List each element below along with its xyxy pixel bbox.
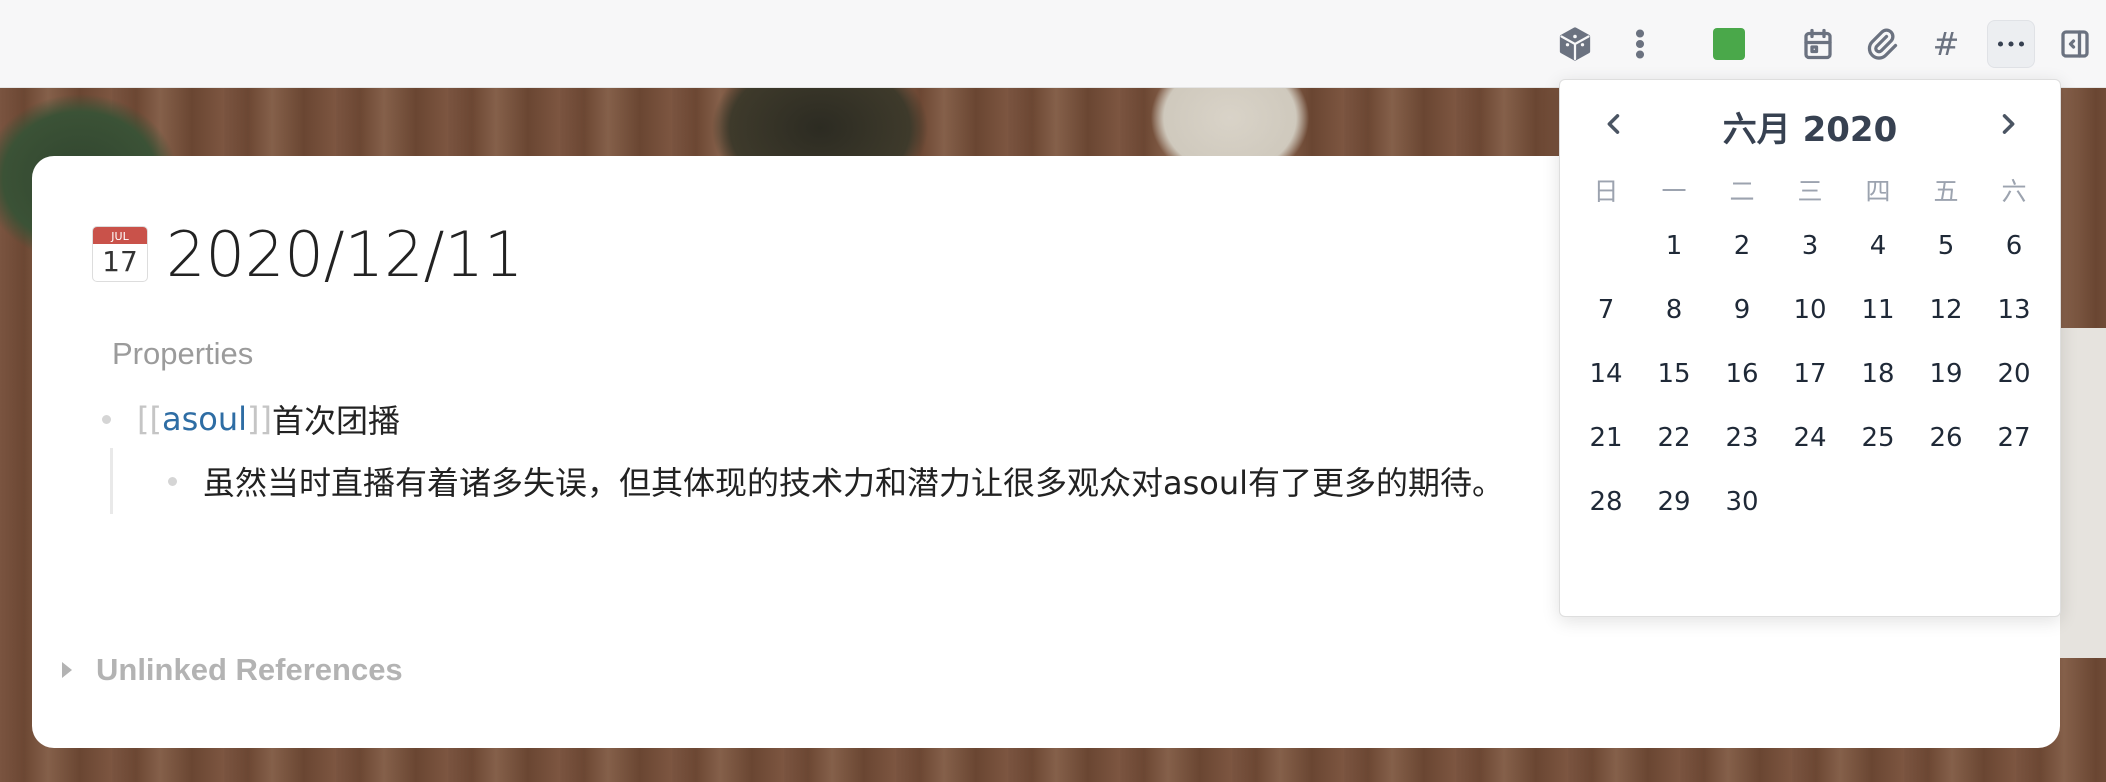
calendar-emoji-day: 17 xyxy=(102,245,138,278)
day-cell[interactable]: 26 xyxy=(1912,406,1980,470)
day-cell[interactable]: 27 xyxy=(1980,406,2048,470)
weekday-label: 六 xyxy=(2001,177,2027,206)
hashtag-label: # xyxy=(1932,25,1960,63)
day-cell[interactable]: 6 xyxy=(1980,214,2048,278)
block-bullet[interactable] xyxy=(102,414,111,424)
sidebar-toggle-icon[interactable] xyxy=(2051,20,2099,68)
day-cell[interactable]: 12 xyxy=(1912,278,1980,342)
day-cell[interactable]: 10 xyxy=(1776,278,1844,342)
day-cell[interactable]: 22 xyxy=(1640,406,1708,470)
day-cell[interactable]: 3 xyxy=(1776,214,1844,278)
day-cell[interactable]: 29 xyxy=(1640,470,1708,534)
weekday-header: 日一二三四五六 xyxy=(1572,172,2048,208)
unlinked-references-label: Unlinked References xyxy=(96,652,403,687)
weekday-label: 五 xyxy=(1933,177,1959,206)
bracket-close: ]] xyxy=(247,400,272,438)
day-cell[interactable]: 5 xyxy=(1912,214,1980,278)
day-cell[interactable]: 4 xyxy=(1844,214,1912,278)
day-grid: 1 2 3 4 5 6 7 8 9 10 11 12 13 14 15 16 17 18 19 20 21 22 23 24 2… xyxy=(1572,214,2048,534)
triangle-right-icon xyxy=(62,662,72,678)
day-cell[interactable]: 8 xyxy=(1640,278,1708,342)
attachment-icon[interactable] xyxy=(1858,20,1906,68)
day-cell[interactable]: 20 xyxy=(1980,342,2048,406)
dice-icon[interactable] xyxy=(1551,20,1599,68)
next-month-button[interactable] xyxy=(1984,98,2032,150)
page-title-text[interactable]: 2020/12/11 xyxy=(166,218,523,291)
day-cell[interactable]: 7 xyxy=(1572,278,1640,342)
page-title: JUL 17 2020/12/11 xyxy=(92,214,523,294)
weekday-label: 三 xyxy=(1797,177,1823,206)
day-cell[interactable]: 11 xyxy=(1844,278,1912,342)
day-cell[interactable]: 28 xyxy=(1572,470,1640,534)
day-cell[interactable]: 14 xyxy=(1572,342,1640,406)
prev-month-button[interactable] xyxy=(1590,98,1638,150)
day-cell[interactable]: 9 xyxy=(1708,278,1776,342)
weekday-label: 二 xyxy=(1729,177,1755,206)
block-bullet[interactable] xyxy=(168,476,177,486)
month-title: 六月 2020 xyxy=(1722,109,1898,150)
day-cell[interactable]: 21 xyxy=(1572,406,1640,470)
child-block-item[interactable]: 虽然当时直播有着诸多失误，但其体现的技术力和潜力让很多观众对asoul有了更多的… xyxy=(168,458,1504,504)
day-cell[interactable]: 19 xyxy=(1912,342,1980,406)
day-cell[interactable]: 30 xyxy=(1708,470,1776,534)
more-vertical-icon[interactable] xyxy=(1616,20,1664,68)
properties-label[interactable]: Properties xyxy=(112,336,253,372)
unlinked-references-toggle[interactable]: Unlinked References xyxy=(42,652,403,688)
empty-day-cell xyxy=(1572,214,1640,278)
block-text: 首次团播 xyxy=(271,402,400,440)
top-toolbar: # xyxy=(0,0,2106,88)
day-cell[interactable]: 23 xyxy=(1708,406,1776,470)
day-cell[interactable]: 24 xyxy=(1776,406,1844,470)
calendar-emoji-icon: JUL 17 xyxy=(92,226,148,282)
day-cell[interactable]: 2 xyxy=(1708,214,1776,278)
chevron-left-icon xyxy=(1607,114,1620,134)
calendar-emoji-month: JUL xyxy=(93,227,147,244)
block-text: 虽然当时直播有着诸多失误，但其体现的技术力和潜力让很多观众对asoul有了更多的… xyxy=(203,464,1505,502)
day-cell[interactable]: 16 xyxy=(1708,342,1776,406)
date-picker: 六月 2020 日一二三四五六 1 2 3 4 5 6 7 8 9 10 11 12 13 14 15 16 1… xyxy=(1559,79,2061,617)
chevron-right-icon xyxy=(2002,114,2015,134)
block-item[interactable]: [[ asoul ]] 首次团播 xyxy=(102,396,400,442)
weekday-label: 日 xyxy=(1593,177,1619,206)
weekday-label: 一 xyxy=(1661,177,1687,206)
hashtag-icon[interactable]: # xyxy=(1922,20,1970,68)
day-cell[interactable]: 1 xyxy=(1640,214,1708,278)
day-cell[interactable]: 13 xyxy=(1980,278,2048,342)
day-cell[interactable]: 17 xyxy=(1776,342,1844,406)
color-swatch[interactable] xyxy=(1705,20,1753,68)
more-horizontal-icon[interactable] xyxy=(1987,20,2035,68)
calendar-icon[interactable] xyxy=(1794,20,1842,68)
page-reference-link[interactable]: asoul xyxy=(162,400,247,438)
bracket-open: [[ xyxy=(137,400,162,438)
day-cell[interactable]: 15 xyxy=(1640,342,1708,406)
day-cell[interactable]: 18 xyxy=(1844,342,1912,406)
day-cell[interactable]: 25 xyxy=(1844,406,1912,470)
indent-guide xyxy=(110,448,113,514)
weekday-label: 四 xyxy=(1865,177,1891,206)
green-swatch xyxy=(1713,28,1745,60)
